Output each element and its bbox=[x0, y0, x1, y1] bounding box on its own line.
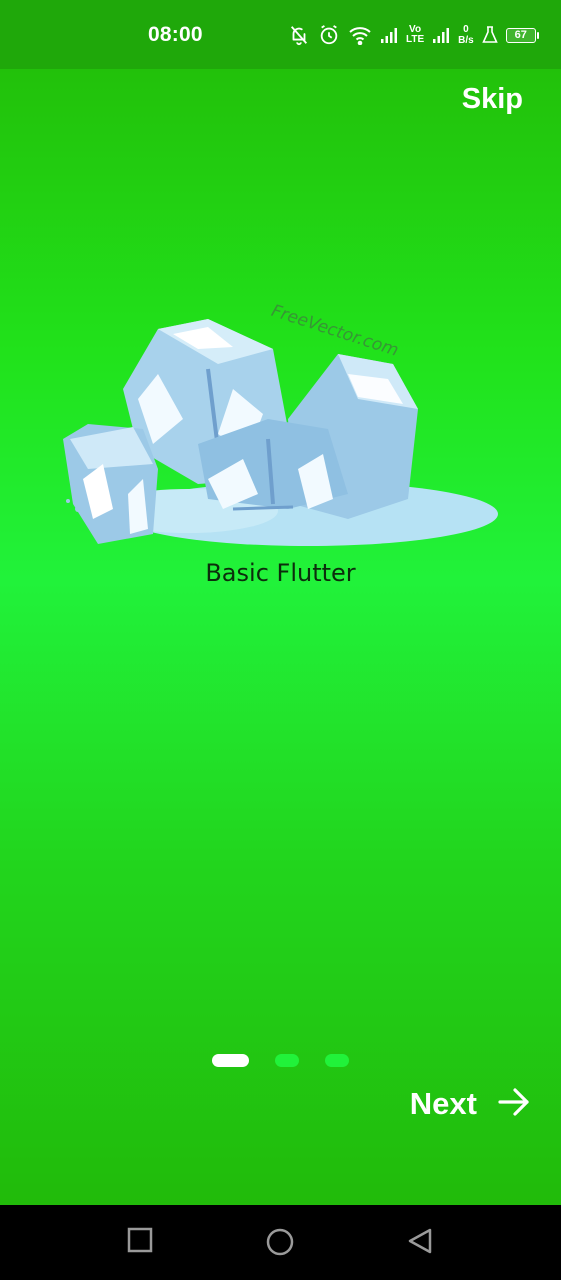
data-speed-value: 0 bbox=[463, 24, 469, 35]
page-dot-active[interactable] bbox=[212, 1054, 249, 1067]
recents-square-icon[interactable] bbox=[127, 1227, 153, 1258]
battery-cap bbox=[536, 31, 539, 39]
home-circle-icon[interactable] bbox=[265, 1227, 295, 1262]
notifications-off-icon bbox=[288, 24, 310, 46]
next-label: Next bbox=[409, 1086, 477, 1121]
flask-icon bbox=[481, 26, 498, 44]
page-dot[interactable] bbox=[275, 1054, 299, 1067]
status-bar: 08:00 Vo LTE 0 B/s 67 bbox=[0, 0, 561, 69]
data-speed-unit: B/s bbox=[458, 35, 474, 46]
network-type: Vo LTE bbox=[406, 25, 424, 45]
alarm-icon bbox=[318, 24, 340, 46]
battery-icon: 67 bbox=[505, 27, 539, 43]
network-type-bottom: LTE bbox=[406, 34, 425, 45]
slide-title: Basic Flutter bbox=[205, 559, 356, 587]
navigation-bar bbox=[0, 1205, 561, 1280]
wifi-icon bbox=[348, 25, 372, 45]
page-indicator bbox=[0, 1054, 561, 1067]
arrow-right-icon bbox=[497, 1087, 531, 1122]
onboarding-screen: Skip FreeVector.com Basic Flutter Next bbox=[0, 69, 561, 1205]
status-icons: Vo LTE 0 B/s 67 bbox=[288, 20, 539, 50]
signal-icon bbox=[380, 26, 398, 44]
skip-button[interactable]: Skip bbox=[462, 83, 523, 116]
signal-icon bbox=[432, 26, 450, 44]
status-time: 08:00 bbox=[148, 23, 203, 46]
data-speed: 0 B/s bbox=[458, 24, 474, 46]
back-triangle-icon[interactable] bbox=[406, 1227, 434, 1260]
next-button[interactable]: Next bbox=[410, 1086, 531, 1122]
battery-level: 67 bbox=[505, 27, 536, 43]
page-dot[interactable] bbox=[325, 1054, 349, 1067]
